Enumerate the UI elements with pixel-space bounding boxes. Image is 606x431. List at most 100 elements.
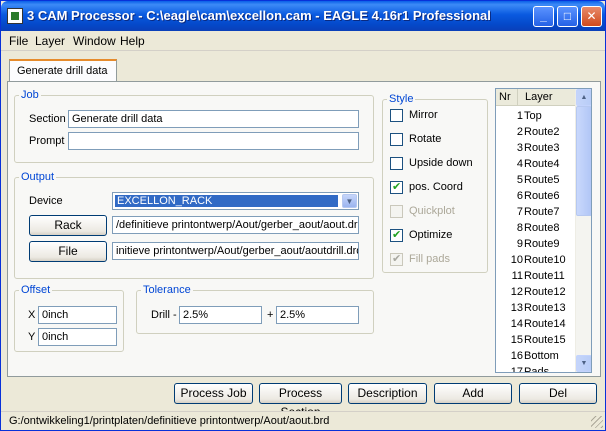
layer-name: Route15 (524, 334, 566, 346)
prompt-label: Prompt (29, 135, 65, 147)
cam-processor-window: 3 CAM Processor - C:\eagle\cam\excellon.… (0, 0, 606, 431)
layer-name: Route3 (524, 142, 560, 154)
title-bar[interactable]: 3 CAM Processor - C:\eagle\cam\excellon.… (1, 1, 605, 31)
plus-label: + (267, 309, 274, 321)
chevron-down-icon[interactable]: ▼ (342, 194, 357, 208)
device-selected-value: EXCELLON_RACK (115, 195, 338, 207)
device-select[interactable]: EXCELLON_RACK ▼ (112, 192, 359, 210)
layer-list-scrollbar[interactable]: ▲ ▼ (575, 89, 591, 372)
layer-name: Top (524, 110, 542, 122)
checkbox-upside-down[interactable] (390, 157, 403, 170)
scroll-up-icon[interactable]: ▲ (576, 89, 591, 106)
layer-row[interactable]: 11 Route11 (496, 268, 576, 284)
checkbox-label[interactable]: pos. Coord (409, 181, 463, 193)
window-title: 3 CAM Processor - C:\eagle\cam\excellon.… (27, 8, 491, 23)
checkbox-label[interactable]: Upside down (409, 157, 473, 169)
layer-row[interactable]: 16 Bottom (496, 348, 576, 364)
layer-row[interactable]: 2 Route2 (496, 124, 576, 140)
layer-name: Route8 (524, 222, 560, 234)
layer-rows: 1 Top 2 Route2 3 Route3 4 Route4 5 Route5 6 Route6 7… (496, 108, 576, 373)
checkbox-label[interactable]: Mirror (409, 109, 438, 121)
layer-name: Route13 (524, 302, 566, 314)
scroll-down-icon[interactable]: ▼ (576, 355, 591, 372)
prompt-input[interactable] (68, 132, 359, 150)
layer-nr: 4 (516, 158, 523, 170)
layer-row[interactable]: 6 Route6 (496, 188, 576, 204)
layer-name: Route6 (524, 190, 560, 202)
layer-name: Route10 (524, 254, 566, 266)
offset-legend: Offset (21, 284, 51, 296)
checkbox-rotate[interactable] (390, 133, 403, 146)
layer-row[interactable]: 5 Route5 (496, 172, 576, 188)
layer-nr: 9 (516, 238, 523, 250)
layer-row[interactable]: 14 Route14 (496, 316, 576, 332)
layer-row[interactable]: 12 Route12 (496, 284, 576, 300)
resize-grip-icon[interactable] (591, 416, 603, 428)
layer-nr: 3 (516, 142, 523, 154)
menu-window[interactable]: Window (73, 34, 116, 48)
layer-list[interactable]: Nr Layer 1 Top 2 Route2 3 Route3 4 Route4 5 Route… (495, 88, 592, 373)
file-input[interactable]: initieve printontwerp/Aout/gerber_aout/a… (112, 242, 359, 260)
device-label: Device (29, 195, 63, 207)
checkbox-label[interactable]: Rotate (409, 133, 441, 145)
del-button[interactable]: Del (519, 383, 597, 404)
maximize-button[interactable]: □ (557, 6, 578, 27)
checkbox-label[interactable]: Optimize (409, 229, 452, 241)
layer-row[interactable]: 9 Route9 (496, 236, 576, 252)
drill-label: Drill - (151, 309, 177, 321)
menu-help[interactable]: Help (120, 34, 145, 48)
section-input[interactable]: Generate drill data (68, 110, 359, 128)
offset-y-input[interactable]: 0inch (38, 328, 117, 346)
layer-row[interactable]: 10 Route10 (496, 252, 576, 268)
rack-input[interactable]: /definitieve printontwerp/Aout/gerber_ao… (112, 216, 359, 234)
offset-x-label: X (28, 309, 36, 321)
menu-file[interactable]: File (9, 34, 28, 48)
description-button[interactable]: Description (348, 383, 427, 404)
add-button[interactable]: Add (434, 383, 512, 404)
menu-layer[interactable]: Layer (35, 34, 65, 48)
checkbox-optimize[interactable] (390, 228, 403, 242)
scroll-thumb[interactable] (576, 106, 591, 216)
layer-row[interactable]: 3 Route3 (496, 140, 576, 156)
layer-nr: 10 (510, 254, 523, 266)
layer-list-header: Nr Layer (496, 89, 576, 106)
column-header-nr[interactable]: Nr (496, 89, 518, 106)
checkbox-quickplot (390, 205, 403, 218)
drill-plus-input[interactable]: 2.5% (276, 306, 359, 324)
drill-minus-input[interactable]: 2.5% (179, 306, 262, 324)
offset-x-input[interactable]: 0inch (38, 306, 117, 324)
checkbox-pos-coord[interactable] (390, 180, 403, 194)
layer-nr: 15 (510, 334, 523, 346)
layer-row[interactable]: 8 Route8 (496, 220, 576, 236)
layer-name: Route2 (524, 126, 560, 138)
rack-button[interactable]: Rack (29, 215, 107, 236)
process-job-button[interactable]: Process Job (174, 383, 253, 404)
layer-row[interactable]: 13 Route13 (496, 300, 576, 316)
column-header-layer[interactable]: Layer (519, 89, 576, 106)
layer-row[interactable]: 7 Route7 (496, 204, 576, 220)
layer-nr: 6 (516, 190, 523, 202)
layer-name: Route14 (524, 318, 566, 330)
layer-nr: 1 (516, 110, 523, 122)
layer-row[interactable]: 1 Top (496, 108, 576, 124)
layer-name: Route5 (524, 174, 560, 186)
close-button[interactable]: ✕ (581, 6, 602, 27)
layer-nr: 14 (510, 318, 523, 330)
minimize-button[interactable]: _ (533, 6, 554, 27)
layer-row[interactable]: 4 Route4 (496, 156, 576, 172)
checkbox-label: Fill pads (409, 253, 450, 265)
layer-nr: 16 (510, 350, 523, 362)
layer-row[interactable]: 17 Pads (496, 364, 576, 373)
tab-generate-drill-data[interactable]: Generate drill data (9, 59, 117, 81)
app-icon[interactable] (7, 8, 23, 24)
file-button[interactable]: File (29, 241, 107, 262)
layer-name: Route9 (524, 238, 560, 250)
offset-y-label: Y (28, 331, 36, 343)
checkbox-mirror[interactable] (390, 109, 403, 122)
layer-row[interactable]: 15 Route15 (496, 332, 576, 348)
process-section-button[interactable]: Process Section (259, 383, 342, 419)
checkbox-fill-pads (390, 252, 403, 266)
output-legend: Output (21, 171, 55, 183)
layer-name: Pads (524, 366, 550, 373)
checkbox-label: Quickplot (409, 205, 455, 217)
